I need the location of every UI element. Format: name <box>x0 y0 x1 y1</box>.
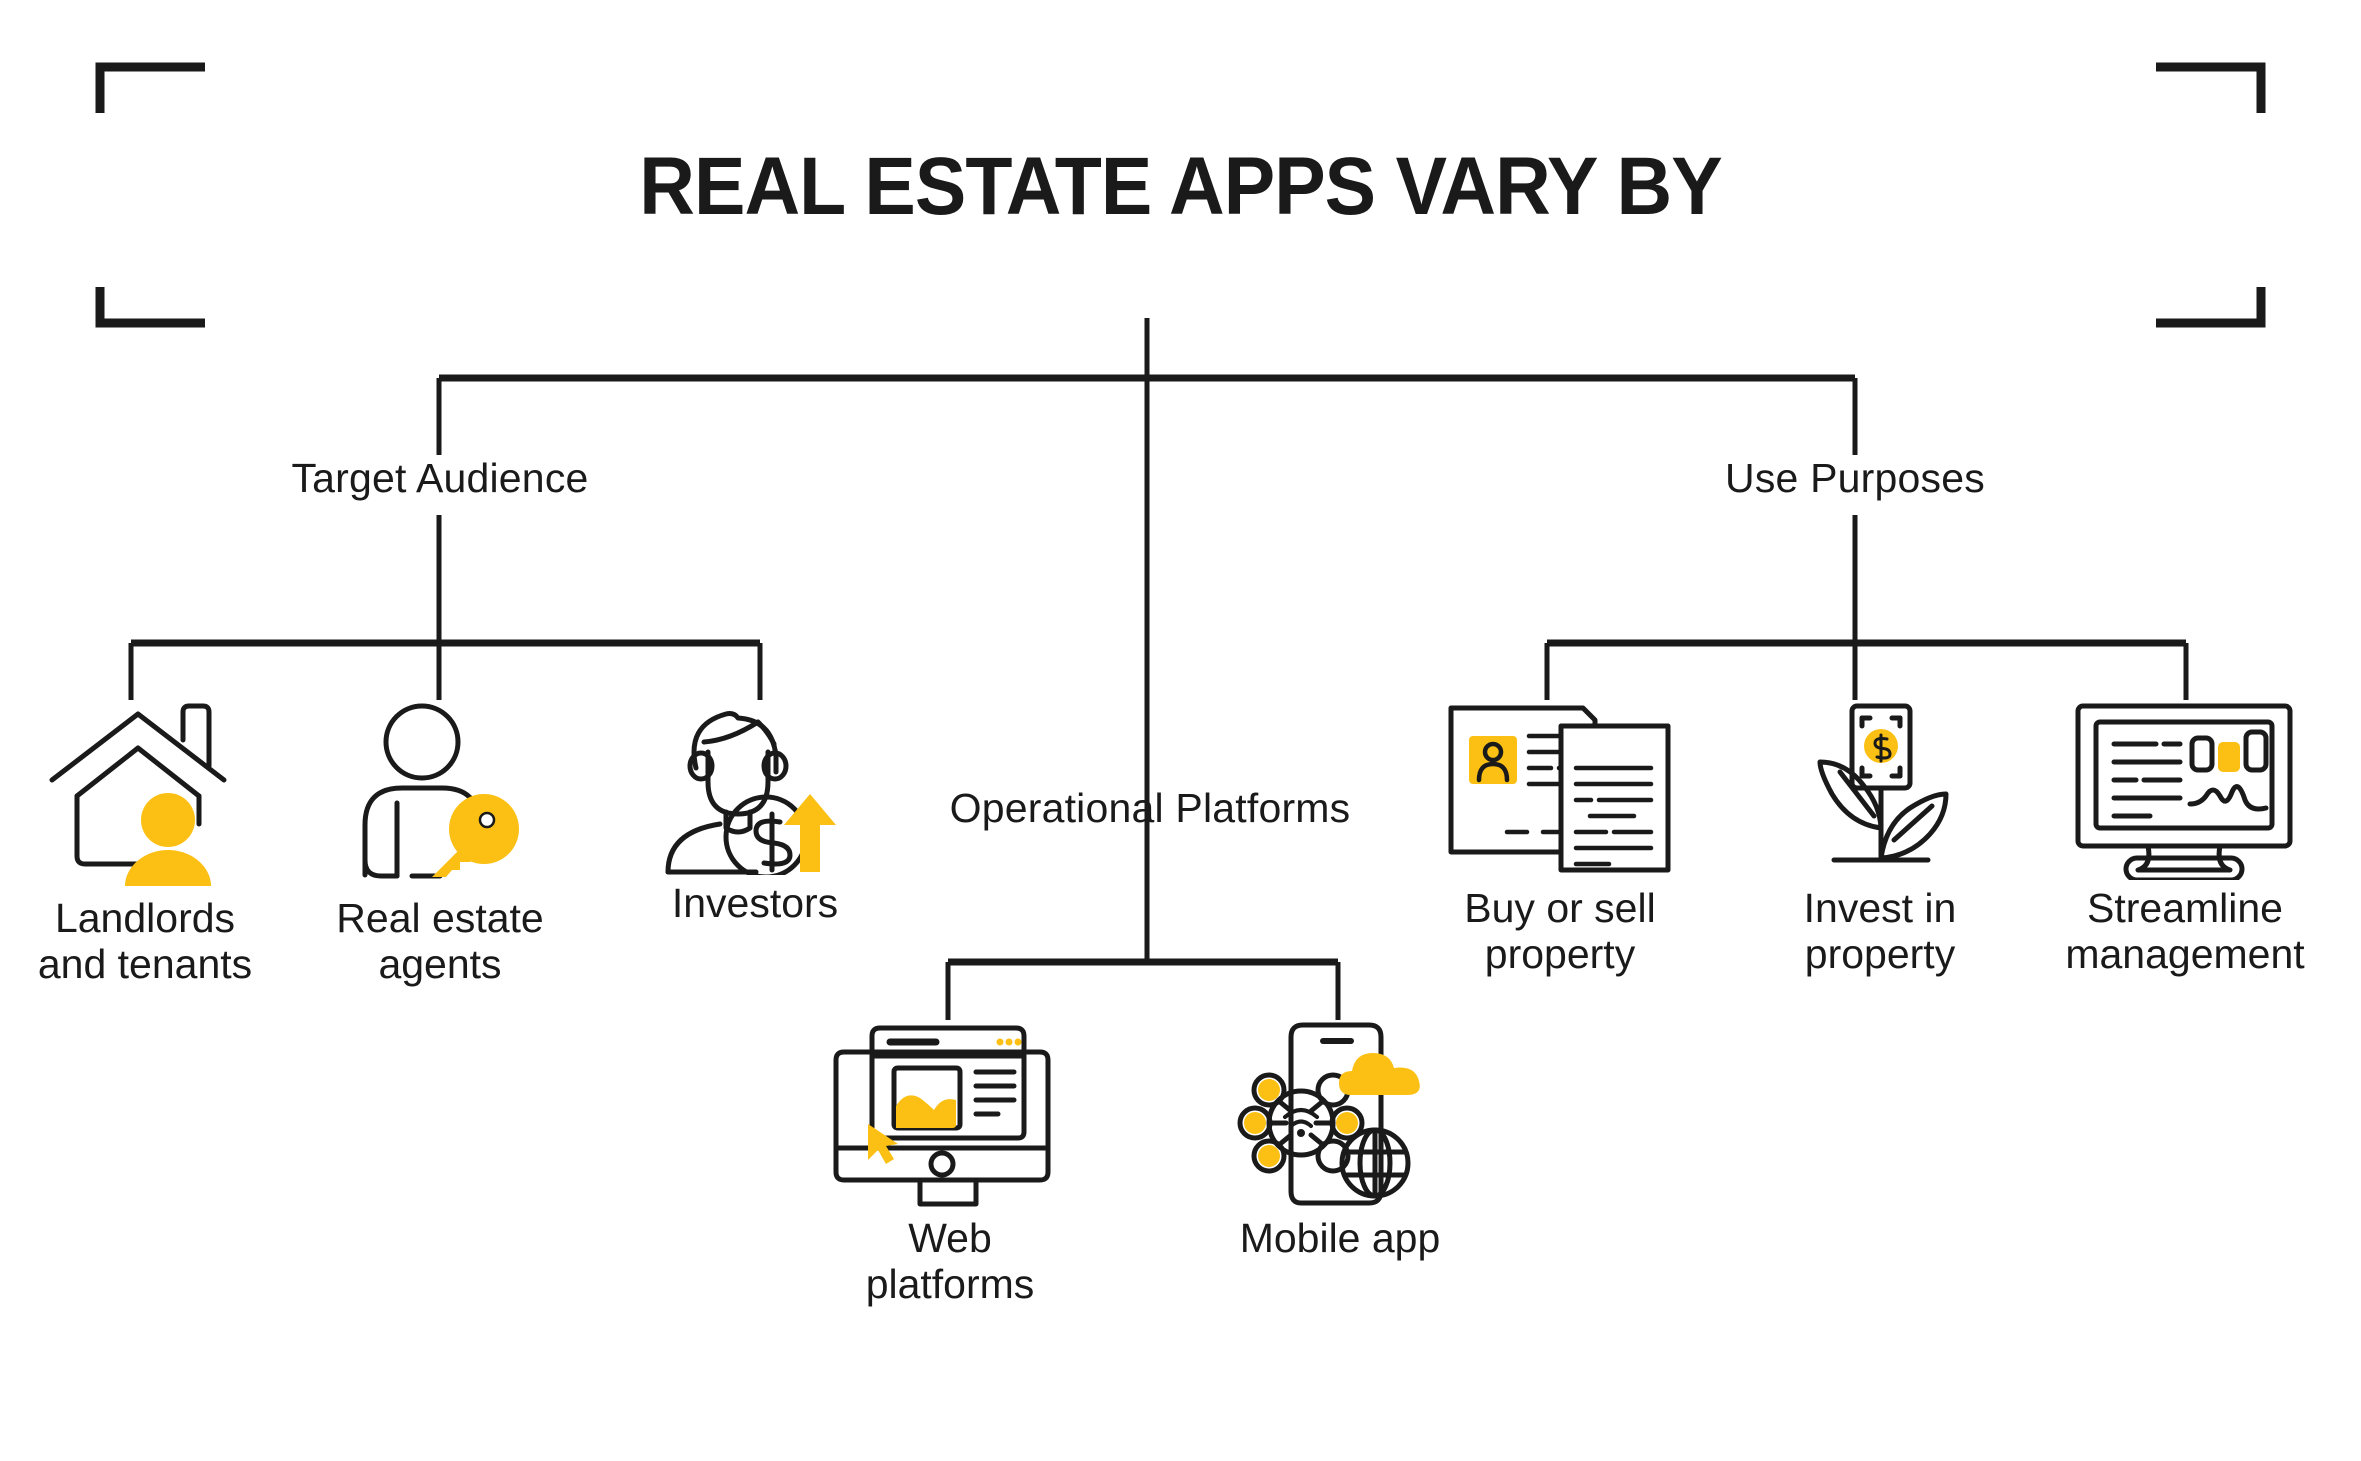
person-dollar-arrow-icon <box>665 711 836 875</box>
branch-label-operational-platforms: Operational Platforms <box>949 785 1351 831</box>
leaf-label-web-platforms: Web platforms <box>865 1215 1035 1307</box>
leaf-buy-or-sell-property: Buy or sell property <box>1420 700 1700 978</box>
key-fill <box>432 794 519 877</box>
cloud-fill <box>1338 1053 1420 1095</box>
leaf-label-landlords-and-tenants: Landlords and tenants <box>37 895 253 987</box>
phone-network-cloud-icon <box>1237 1022 1420 1206</box>
branch-label-use-purposes: Use Purposes <box>1725 455 1985 501</box>
leaf-real-estate-agents: Real estate agents <box>300 700 580 988</box>
leaf-label-investors: Investors <box>671 880 839 926</box>
documents-contract-icon <box>1448 705 1670 873</box>
person-key-icon <box>362 703 519 879</box>
money-plant-icon <box>1817 703 1949 863</box>
leaf-label-buy-or-sell-property: Buy or sell property <box>1464 885 1656 977</box>
leaf-investors: Investors <box>615 700 895 927</box>
chart-area-fill <box>895 1095 956 1128</box>
leaf-label-mobile-app: Mobile app <box>1239 1215 1441 1261</box>
leaf-web-platforms: Web platforms <box>810 1020 1090 1308</box>
browser-dots <box>996 1038 1021 1046</box>
leaf-landlords-and-tenants: Landlords and tenants <box>0 700 290 988</box>
cursor-arrow-fill <box>867 1124 898 1164</box>
leaf-label-streamline-management: Streamline management <box>2065 885 2305 977</box>
leaf-mobile-app: Mobile app <box>1200 1015 1480 1262</box>
key-hole <box>478 811 496 829</box>
monitor-dashboard-icon <box>2075 703 2293 880</box>
dashboard-highlight-bar <box>2218 742 2240 772</box>
infographic-canvas: REAL ESTATE APPS VARY BY Target Audience… <box>0 0 2361 1461</box>
leaf-invest-in-property: Invest in property <box>1740 700 2020 978</box>
branch-label-target-audience: Target Audience <box>291 455 589 501</box>
leaf-streamline-management: Streamline management <box>2030 700 2340 978</box>
leaf-label-real-estate-agents: Real estate agents <box>336 895 544 987</box>
house-person-icon <box>49 703 227 886</box>
leaf-label-invest-in-property: Invest in property <box>1803 885 1957 977</box>
wifi-dot <box>1296 1129 1305 1137</box>
desktop-browser-icon <box>833 1025 1050 1207</box>
